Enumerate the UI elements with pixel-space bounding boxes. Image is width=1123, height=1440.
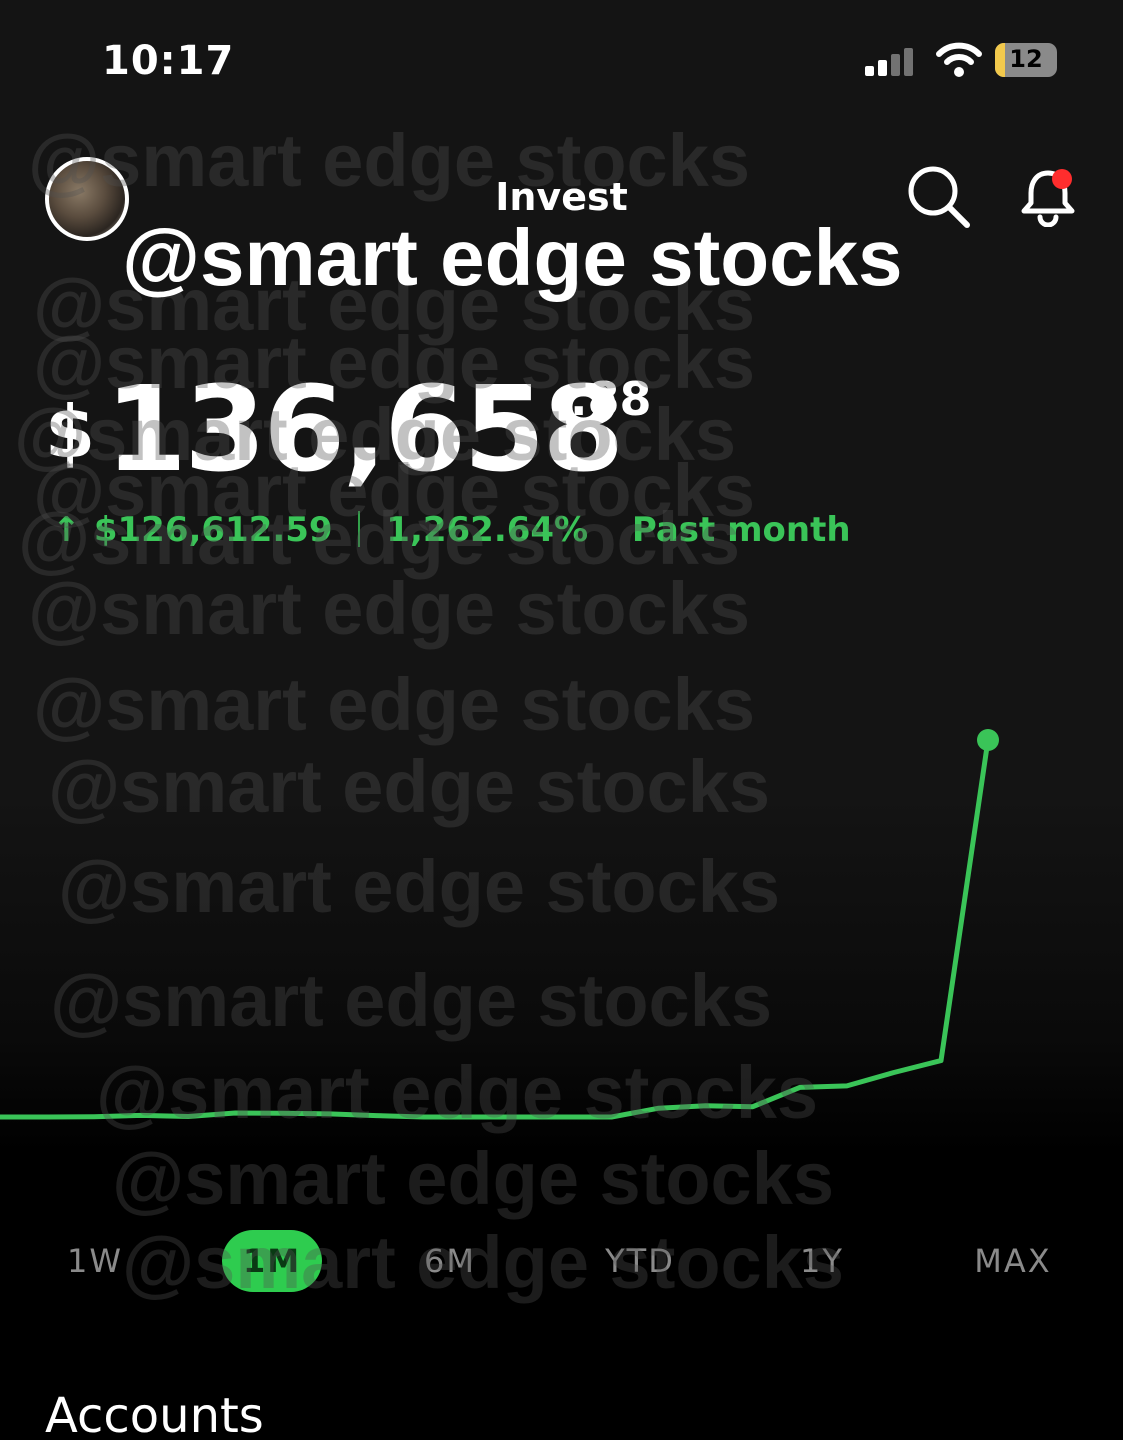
search-icon[interactable]: [905, 163, 971, 229]
portfolio-value-cents: .88: [570, 372, 652, 426]
chart-line-series: [0, 739, 991, 1120]
watermark-title: @smart edge stocks: [122, 213, 903, 302]
divider: [358, 511, 361, 547]
currency-symbol: $: [45, 390, 96, 474]
change-period: Past month: [631, 510, 851, 550]
change-amount: $126,612.59: [93, 510, 333, 550]
range-tab-1m[interactable]: 1M: [222, 1230, 322, 1292]
portfolio-value-main: 136,658: [105, 360, 624, 498]
range-tab-max[interactable]: MAX: [958, 1230, 1068, 1292]
range-tab-ytd[interactable]: YTD: [590, 1230, 690, 1292]
portfolio-change: ↑ $126,612.59 1,262.64% Past month: [52, 510, 851, 550]
range-tab-1w[interactable]: 1W: [55, 1230, 135, 1292]
chart-end-marker: [977, 729, 999, 751]
range-tab-1y[interactable]: 1Y: [782, 1230, 862, 1292]
range-tab-6m[interactable]: 6M: [410, 1230, 490, 1292]
battery-icon: 12: [995, 43, 1057, 77]
signal-icon: [865, 46, 915, 76]
up-arrow-icon: ↑: [52, 510, 81, 550]
status-time: 10:17: [102, 38, 235, 84]
wifi-icon: [936, 42, 982, 77]
app-screen: 10:17 12 Invest $ 136,658 .88 ↑ $126,612…: [0, 0, 1123, 1440]
accounts-heading: Accounts: [45, 1388, 264, 1440]
notification-dot: [1052, 169, 1072, 189]
watermark-text: @smart edge stocks: [28, 567, 751, 650]
battery-level: 12: [1009, 45, 1043, 73]
portfolio-chart[interactable]: [0, 640, 1123, 1200]
bell-icon[interactable]: [1018, 165, 1078, 227]
change-percent: 1,262.64%: [386, 510, 589, 550]
watermark-text: @smart edge stocks: [33, 263, 756, 346]
